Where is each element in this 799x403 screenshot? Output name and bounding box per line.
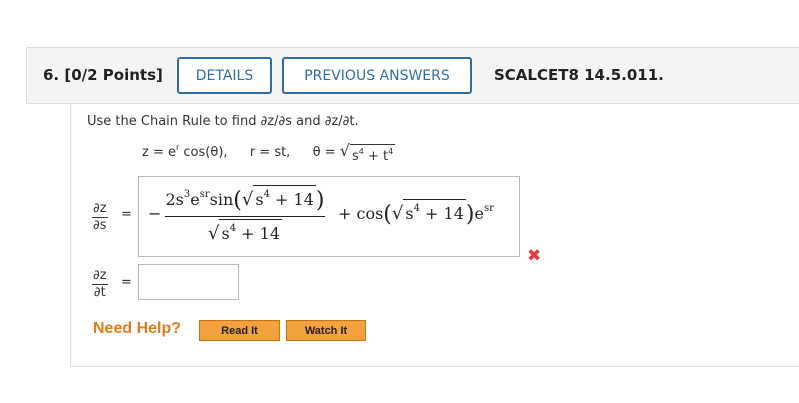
eq-theta-sqrt: √ s4 + t4 (339, 141, 396, 164)
dz-ds-answer-box[interactable]: − 2s3esrsin(√ s4 + 14) √ s4 + 14 + cos(√ s4… (138, 176, 520, 257)
question-number: 6. [0/2 Points] (43, 66, 163, 84)
details-button[interactable]: DETAILS (177, 57, 272, 94)
eq-theta-plus-t: + t (363, 149, 389, 164)
need-help-label: Need Help? (93, 320, 182, 337)
previous-answers-button[interactable]: PREVIOUS ANSWERS (282, 57, 472, 94)
answer-minus: − (148, 204, 162, 223)
instruction-text: Use the Chain Rule to find ∂z/∂s and ∂z/… (87, 114, 359, 129)
eq-z-rest: cos(θ), (179, 145, 228, 160)
question-code: SCALCET8 14.5.011. (494, 66, 664, 84)
dz-ds-label: ∂z ∂s (92, 201, 108, 233)
eq-z: z = e (142, 145, 176, 160)
given-equations: z = er cos(θ), r = st, θ = √ s4 + t4 (142, 141, 396, 164)
answer-denominator: √ s4 + 14 (165, 219, 325, 244)
answer-numerator: 2s3esrsin(√ s4 + 14) (165, 185, 325, 215)
question-header: 6. [0/2 Points] DETAILS PREVIOUS ANSWERS… (26, 47, 799, 104)
equals-sign: = (121, 207, 132, 222)
eq-theta-prefix: θ = (312, 145, 340, 160)
answer-fraction: 2s3esrsin(√ s4 + 14) √ s4 + 14 (165, 185, 325, 247)
equals-sign: = (121, 275, 132, 290)
eq-r: r = st, (249, 145, 291, 160)
dz-dt-label: ∂z ∂t (92, 268, 108, 300)
read-it-button[interactable]: Read It (199, 320, 280, 341)
answer-cos-term: + cos(√ s4 + 14)esr (338, 199, 494, 227)
incorrect-icon: ✖ (527, 246, 542, 266)
dz-dt-answer-box[interactable] (138, 264, 239, 300)
eq-theta-s: s (351, 149, 359, 164)
watch-it-button[interactable]: Watch It (286, 320, 366, 341)
